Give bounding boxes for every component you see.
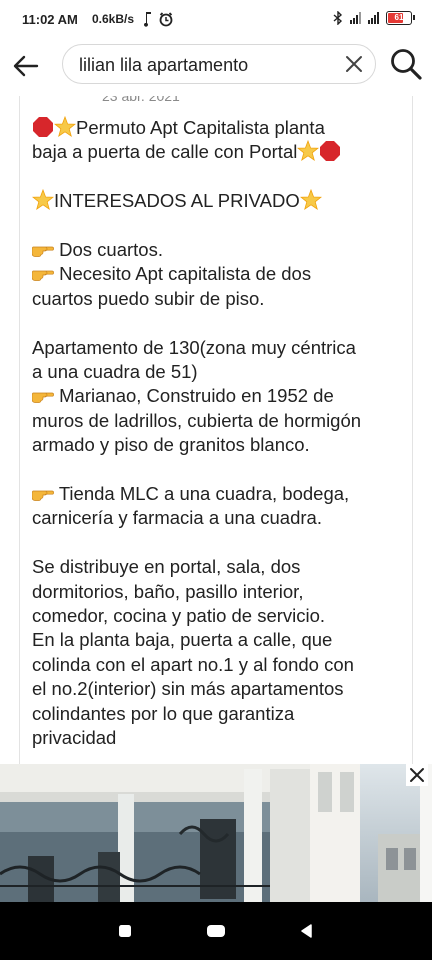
post-apt-line-2: a una cuadra de 51) <box>32 361 198 383</box>
post-interested-line: INTERESADOS AL PRIVADO <box>32 189 404 213</box>
post-text: Marianao, Construido en 1952 de <box>59 385 334 407</box>
battery-icon: 61 <box>386 11 415 25</box>
post-dist-line-3: comedor, cocina y patio de servicio. <box>32 605 326 627</box>
post-dist-line-5: colinda con el apart no.1 y al fondo con <box>32 653 354 675</box>
close-icon <box>346 56 362 72</box>
post-dist-line-7: colindantes por lo que garantiza <box>32 702 295 724</box>
post-dist-line-8: privacidad <box>32 727 117 749</box>
search-bar: lilian lila apartamento <box>0 40 432 92</box>
building-photo <box>0 764 432 902</box>
red-stop-icon <box>320 141 341 162</box>
back-nav-button[interactable] <box>300 924 312 943</box>
back-triangle-icon <box>301 924 312 938</box>
glowing-star-icon <box>297 140 320 162</box>
signal-icon <box>350 12 361 24</box>
pointing-hand-icon <box>32 490 54 501</box>
post-store-line-1: Tienda MLC a una cuadra, bodega, <box>32 482 404 506</box>
post-need-line-2: cuartos puedo subir de piso. <box>32 287 265 309</box>
post-dist-line-6: el no.2(interior) sin más apartamentos <box>32 678 344 700</box>
pointing-hand-icon <box>32 246 54 257</box>
post-text: Dos cuartos. <box>59 239 163 260</box>
post-headline-line-2: baja a puerta de calle con Portal <box>32 140 404 164</box>
red-stop-icon <box>33 117 53 137</box>
pointing-hand-icon <box>32 393 54 404</box>
post-text: baja a puerta de calle con Portal <box>32 141 298 163</box>
post-marianao-line-3: armado y piso de granitos blanco. <box>32 434 310 456</box>
status-time: 11:02 AM <box>22 12 78 27</box>
post-rooms-line: Dos cuartos. <box>32 238 404 262</box>
signal-4g-icon <box>368 12 379 24</box>
close-ad-button[interactable] <box>406 764 428 786</box>
close-icon <box>410 768 424 782</box>
post-apt-line-1: Apartamento de 130(zona muy céntrica <box>32 336 356 358</box>
post-text: Necesito Apt capitalista de dos <box>59 263 312 285</box>
post-headline-line-1: Permuto Apt Capitalista planta <box>32 116 404 140</box>
post-marianao-line-2: muros de ladrillos, cubierta de hormigón <box>32 409 362 431</box>
search-button[interactable] <box>388 46 424 82</box>
status-right-icons: 61 <box>333 11 415 25</box>
recents-icon <box>119 925 131 937</box>
pointing-hand-icon <box>32 271 54 282</box>
post-marianao-line-1: Marianao, Construido en 1952 de <box>32 384 404 408</box>
post-card: 23 abr. 2021 Permuto Apt Capitalista pla… <box>19 96 413 776</box>
post-text: INTERESADOS AL PRIVADO <box>54 190 300 212</box>
status-bar: 11:02 AM 0.6kB/s 61 <box>0 0 432 40</box>
post-text: Permuto Apt Capitalista planta <box>76 117 325 138</box>
search-query[interactable]: lilian lila apartamento <box>79 55 248 76</box>
post-body: Permuto Apt Capitalista planta baja a pu… <box>32 116 404 750</box>
post-date: 23 abr. 2021 <box>102 96 180 104</box>
clear-search-button[interactable] <box>343 53 365 75</box>
search-input[interactable]: lilian lila apartamento <box>62 44 376 84</box>
post-dist-line-1: Se distribuye en portal, sala, dos <box>32 556 301 578</box>
glowing-star-icon <box>54 116 76 137</box>
notification-icons <box>142 11 178 30</box>
battery-level: 61 <box>394 13 404 22</box>
system-nav-bar <box>0 902 432 960</box>
glowing-star-icon <box>32 189 54 211</box>
post-store-line-2: carnicería y farmacia a una cuadra. <box>32 507 322 529</box>
music-alarm-icon <box>144 12 173 27</box>
glowing-star-icon <box>299 189 322 211</box>
network-speed: 0.6kB/s <box>92 12 135 26</box>
back-button[interactable] <box>8 48 44 84</box>
arrow-left-icon <box>13 55 39 77</box>
post-text: Tienda MLC a una cuadra, bodega, <box>58 483 350 505</box>
ad-banner-image[interactable] <box>0 764 432 902</box>
post-need-line-1: Necesito Apt capitalista de dos <box>32 262 404 286</box>
post-dist-line-2: dormitorios, baño, pasillo interior, <box>32 580 304 602</box>
recents-button[interactable] <box>118 924 132 943</box>
bluetooth-icon <box>333 11 343 25</box>
search-icon <box>391 49 422 80</box>
home-icon <box>207 925 225 937</box>
home-button[interactable] <box>206 924 226 943</box>
post-dist-line-4: En la planta baja, puerta a calle, que <box>32 629 333 651</box>
